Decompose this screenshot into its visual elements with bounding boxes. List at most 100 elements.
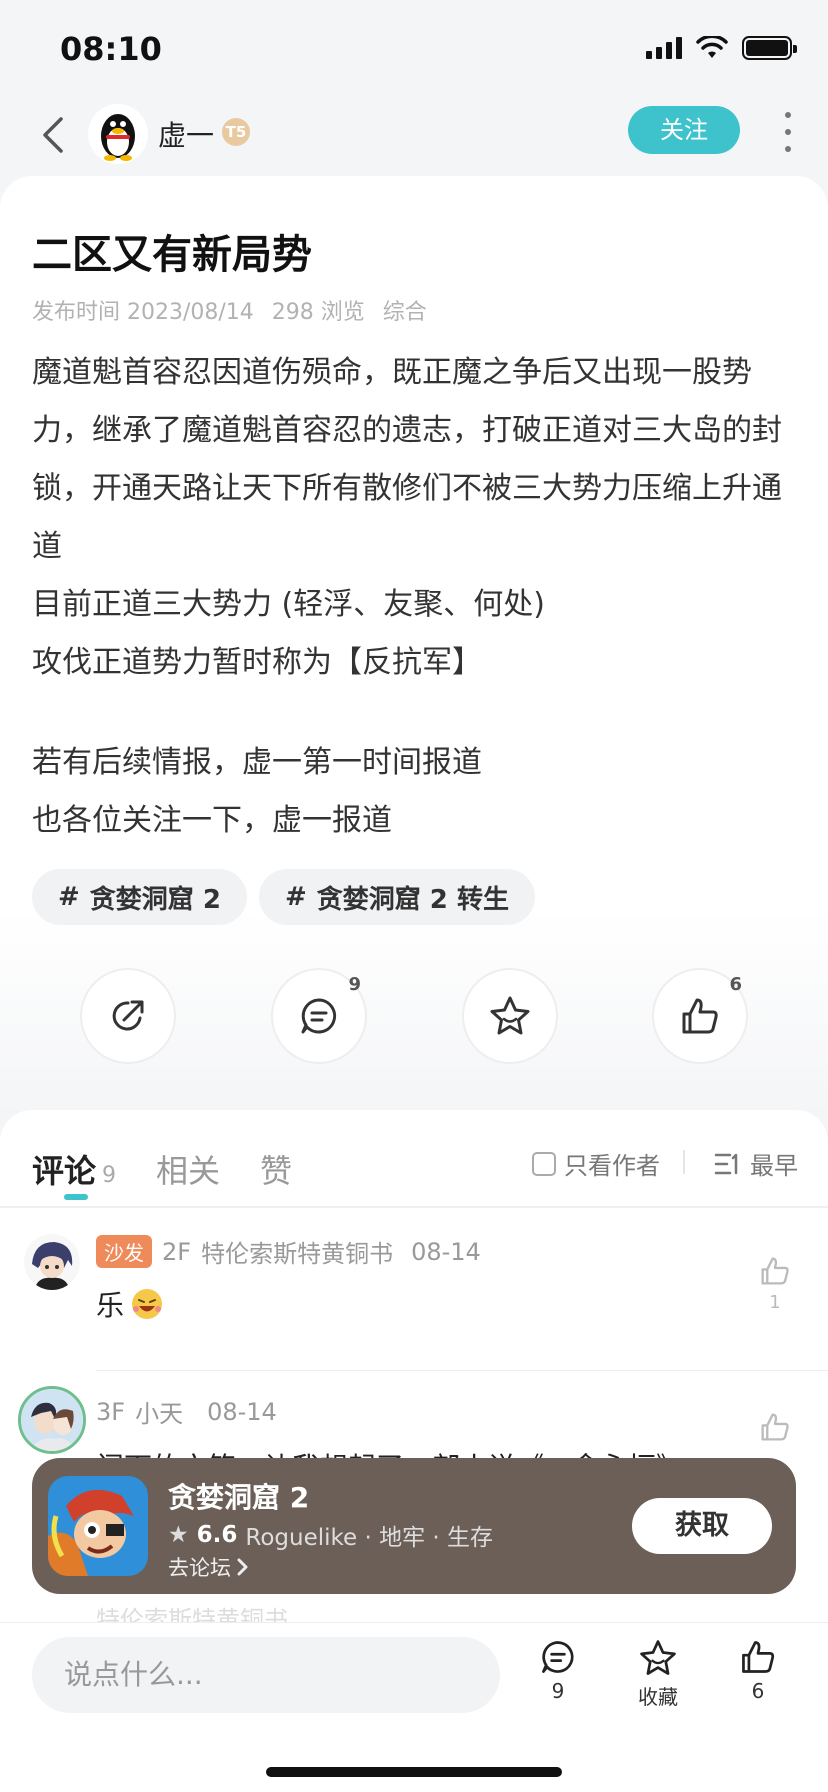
comment-author[interactable]: 小天 <box>135 1394 183 1429</box>
thumbs-up-icon <box>761 1257 789 1285</box>
thumbs-up-icon <box>682 998 718 1034</box>
hash-icon: # <box>284 882 307 912</box>
comment-floor: 2F <box>162 1237 192 1266</box>
post-paragraph: 攻伐正道势力暂时称为【反抗军】 <box>32 645 482 680</box>
status-icons <box>646 36 797 60</box>
status-bar: 08:10 <box>0 0 828 96</box>
comment-author[interactable]: 特伦索斯特黄铜书 <box>201 1234 393 1269</box>
post-actions: 9 6 <box>0 968 828 1068</box>
more-dot-icon <box>785 112 791 118</box>
laughing-emoji-icon <box>132 1289 163 1319</box>
comment-header: 3F 小天 08-14 <box>96 1394 277 1429</box>
more-options-button[interactable] <box>778 112 798 152</box>
author-avatar[interactable] <box>88 104 148 164</box>
comment-divider <box>96 1370 828 1371</box>
comment-text: 乐 <box>96 1284 164 1324</box>
game-genres: Roguelike · 地牢 · 生存 <box>245 1525 494 1551</box>
post-paragraph: 魔道魁首容忍因道伤殒命，既正魔之争后又出现一股势力，继承了魔道魁首容忍的遗志，打… <box>32 355 782 564</box>
comment-floor: 3F <box>96 1397 126 1426</box>
publish-time: 发布时间 2023/08/14 <box>32 300 254 325</box>
post-paragraph: 也各位关注一下，虚一报道 <box>32 803 392 838</box>
commenter-avatar[interactable] <box>24 1234 80 1290</box>
bottom-favorite-label: 收藏 <box>638 1685 678 1709</box>
bottom-favorite-button[interactable]: 收藏 <box>618 1637 698 1710</box>
nav-bar: 虚一 T5 关注 <box>0 96 828 176</box>
game-meta: ★ 6.6 Roguelike · 地牢 · 生存 <box>168 1518 493 1552</box>
thumbs-up-icon <box>761 1413 789 1441</box>
game-banner[interactable]: 贪婪洞窟 2 ★ 6.6 Roguelike · 地牢 · 生存 去论坛 获取 <box>32 1458 796 1594</box>
follow-button[interactable]: 关注 <box>628 106 740 154</box>
bottom-bar: 说点什么... 9 收藏 6 <box>0 1622 828 1792</box>
favorite-button[interactable] <box>462 968 558 1064</box>
back-button[interactable] <box>28 110 78 160</box>
chevron-left-icon <box>43 117 63 153</box>
post-title: 二区又有新局势 <box>32 232 312 278</box>
battery-icon <box>742 36 797 60</box>
thumbs-up-icon <box>742 1641 775 1673</box>
post-body: 魔道魁首容忍因道伤殒命，既正魔之争后又出现一股势力，继承了魔道魁首容忍的遗志，打… <box>32 344 802 850</box>
only-author-toggle[interactable]: 只看作者 <box>532 1146 660 1181</box>
author-name[interactable]: 虚一 <box>158 114 214 154</box>
home-indicator[interactable] <box>266 1767 562 1777</box>
star-icon: ★ <box>168 1522 189 1548</box>
post-paragraph: 目前正道三大势力 (轻浮、友聚、何处) <box>32 587 545 622</box>
tab-comments[interactable]: 评论 9 <box>32 1146 116 1192</box>
topic-tags: # 贪婪洞窟 2 # 贪婪洞窟 2 转生 <box>32 869 535 925</box>
game-title: 贪婪洞窟 2 <box>168 1481 310 1514</box>
topic-tag[interactable]: # 贪婪洞窟 2 转生 <box>258 869 535 925</box>
post-meta: 发布时间 2023/08/14 298 浏览 综合 <box>32 294 427 326</box>
chevron-right-icon <box>237 1558 248 1576</box>
tab-comments-count: 9 <box>102 1163 117 1188</box>
wifi-icon <box>696 36 728 58</box>
post-card: 二区又有新局势 发布时间 2023/08/14 298 浏览 综合 魔道魁首容忍… <box>0 176 828 1116</box>
post-paragraph: 若有后续情报，虚一第一时间报道 <box>32 745 482 780</box>
level-badge: T5 <box>222 118 250 146</box>
game-artwork-icon <box>48 1476 148 1576</box>
comment-icon <box>542 1641 574 1673</box>
bottom-comment-count: 9 <box>551 1679 565 1703</box>
comment-count: 9 <box>348 974 361 995</box>
comment-date: 08-14 <box>411 1237 481 1266</box>
comment-like-button[interactable] <box>758 1410 792 1444</box>
game-icon <box>48 1476 148 1576</box>
anime-avatar-icon <box>24 1234 80 1290</box>
hash-icon: # <box>58 882 80 912</box>
like-button[interactable]: 6 <box>652 968 748 1064</box>
tab-comments-label: 评论 <box>32 1152 97 1190</box>
topic-tag-label: 贪婪洞窟 2 转生 <box>316 884 509 915</box>
bottom-like-button[interactable]: 6 <box>718 1637 798 1703</box>
comment-header: 沙发 2F 特伦索斯特黄铜书 08-14 <box>96 1234 481 1269</box>
comment-date: 08-14 <box>207 1397 277 1426</box>
comment-text-content: 乐 <box>96 1289 125 1322</box>
only-author-label: 只看作者 <box>564 1152 660 1180</box>
forum-link-label: 去论坛 <box>168 1556 231 1580</box>
penguin-avatar-icon <box>101 114 135 161</box>
post-category: 综合 <box>382 300 427 325</box>
topic-tag[interactable]: # 贪婪洞窟 2 <box>32 869 247 925</box>
topic-tag-label: 贪婪洞窟 2 <box>89 884 221 915</box>
share-button[interactable] <box>80 968 176 1064</box>
like-count: 6 <box>729 974 742 995</box>
view-count: 298 浏览 <box>271 300 365 325</box>
get-game-button[interactable]: 获取 <box>632 1498 772 1554</box>
commenter-avatar[interactable] <box>18 1386 86 1454</box>
sort-label: 最早 <box>750 1152 798 1180</box>
comment-like-count: 1 <box>769 1292 781 1313</box>
forum-link[interactable]: 去论坛 <box>168 1552 249 1582</box>
comment-like-button[interactable]: 1 <box>758 1254 792 1313</box>
filter-divider <box>683 1150 685 1174</box>
comment-input[interactable]: 说点什么... <box>32 1637 500 1713</box>
star-icon <box>490 996 530 1035</box>
bottom-comment-button[interactable]: 9 <box>518 1637 598 1703</box>
tab-likes[interactable]: 赞 <box>260 1146 292 1192</box>
tab-related[interactable]: 相关 <box>156 1146 220 1192</box>
game-score: 6.6 <box>196 1522 238 1548</box>
anime-avatar-icon <box>21 1389 83 1451</box>
only-author-checkbox[interactable] <box>532 1151 556 1176</box>
cellular-signal-icon <box>646 37 682 59</box>
sort-button[interactable]: 最早 <box>714 1146 798 1181</box>
star-icon <box>640 1640 676 1675</box>
status-time: 08:10 <box>60 30 162 68</box>
comment-button[interactable]: 9 <box>271 968 367 1064</box>
sofa-badge: 沙发 <box>96 1235 152 1268</box>
